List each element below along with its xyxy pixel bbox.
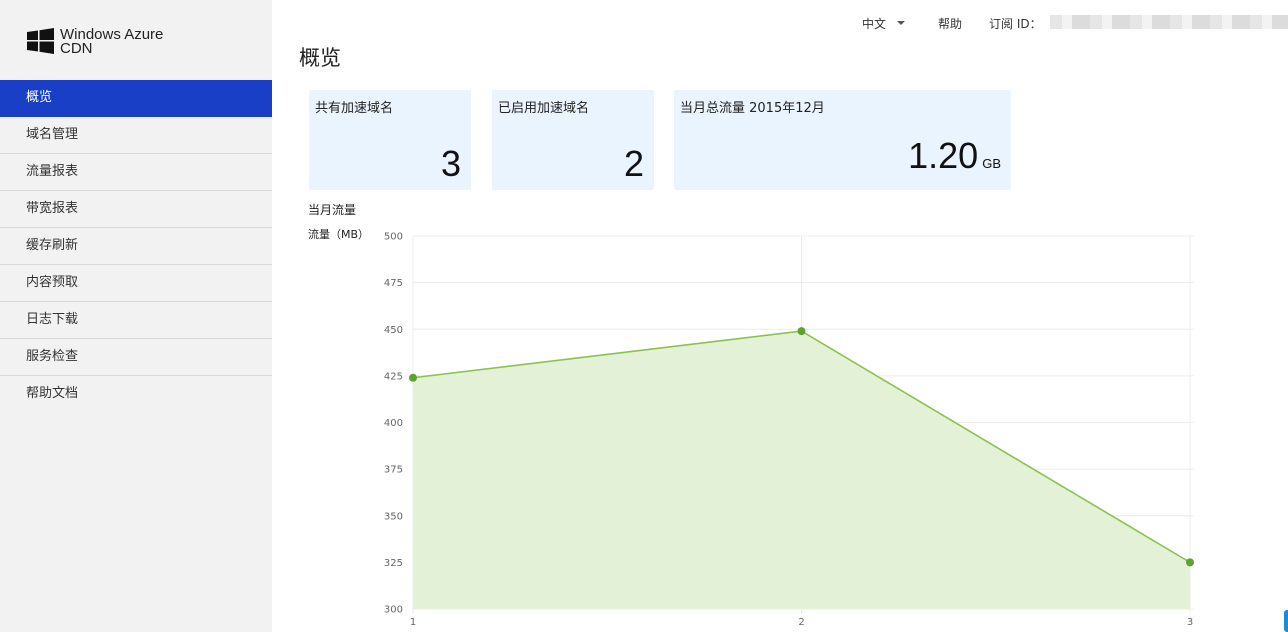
sidebar: Windows Azure CDN 概览 域名管理 流量报表 带宽报表 缓存刷新… bbox=[0, 0, 272, 632]
card-label: 已启用加速域名 bbox=[498, 101, 590, 116]
y-tick-label: 400 bbox=[384, 418, 403, 429]
y-tick-label: 500 bbox=[384, 232, 403, 243]
sidebar-item-help-docs[interactable]: 帮助文档 bbox=[0, 376, 272, 413]
brand-line2: CDN bbox=[60, 40, 93, 57]
card-value-number: 1.20 bbox=[908, 135, 979, 176]
subscription-id-label: 订阅 ID： bbox=[989, 16, 1042, 31]
card-value-unit: GB bbox=[982, 156, 1001, 171]
windows-logo-icon bbox=[27, 28, 54, 54]
card-value: 2 bbox=[623, 143, 644, 184]
language-label: 中文 bbox=[862, 16, 887, 31]
sidebar-item-domain-management[interactable]: 域名管理 bbox=[0, 117, 272, 154]
brand-logo[interactable]: Windows Azure CDN bbox=[27, 27, 163, 57]
language-selector[interactable]: 中文 bbox=[862, 15, 906, 32]
x-tick-label: 3 bbox=[1187, 617, 1193, 628]
top-bar: 中文 帮助 订阅 ID： bbox=[862, 14, 1042, 32]
y-tick-label: 375 bbox=[384, 465, 403, 476]
help-link[interactable]: 帮助 bbox=[938, 15, 962, 32]
chart-area-fill bbox=[413, 331, 1190, 609]
sidebar-nav: 概览 域名管理 流量报表 带宽报表 缓存刷新 内容预取 日志下载 服务检查 帮助… bbox=[0, 80, 272, 413]
y-tick-label: 425 bbox=[384, 371, 403, 382]
card-value: 1.20 GB bbox=[908, 136, 1001, 184]
sidebar-item-overview[interactable]: 概览 bbox=[0, 80, 272, 117]
card-monthly-traffic: 当月总流量 2015年12月 1.20 GB bbox=[674, 90, 1011, 190]
chart-data-point[interactable] bbox=[797, 327, 806, 336]
y-tick-label: 475 bbox=[384, 278, 403, 289]
chart-data-point[interactable] bbox=[409, 373, 417, 382]
x-tick-label: 1 bbox=[410, 617, 416, 628]
x-tick-label: 2 bbox=[798, 617, 804, 628]
y-tick-label: 325 bbox=[384, 558, 403, 569]
sidebar-item-bandwidth-report[interactable]: 带宽报表 bbox=[0, 191, 272, 228]
sidebar-item-log-download[interactable]: 日志下载 bbox=[0, 302, 272, 339]
page-title: 概览 bbox=[299, 46, 341, 70]
chart-y-ticks: 300 325 350 375 400 425 450 475 500 bbox=[384, 232, 403, 616]
y-tick-label: 300 bbox=[384, 605, 403, 616]
chart-x-ticks: 1 2 3 bbox=[410, 617, 1193, 628]
sidebar-item-content-prefetch[interactable]: 内容预取 bbox=[0, 265, 272, 302]
card-label: 共有加速域名 bbox=[315, 101, 394, 116]
y-tick-label: 350 bbox=[384, 511, 403, 522]
scroll-edge-icon[interactable] bbox=[1284, 610, 1288, 632]
traffic-chart: 流量（MB） 300 325 350 375 400 425 450 475 500 1 2 3 bbox=[308, 227, 1194, 628]
sidebar-item-service-check[interactable]: 服务检查 bbox=[0, 339, 272, 376]
subscription-id-redacted bbox=[1050, 15, 1288, 29]
sidebar-item-cache-refresh[interactable]: 缓存刷新 bbox=[0, 228, 272, 265]
chart-title: 当月流量 bbox=[308, 203, 357, 217]
card-value: 3 bbox=[440, 143, 461, 184]
card-label: 当月总流量 2015年12月 bbox=[680, 101, 825, 116]
chart-y-axis-label: 流量（MB） bbox=[308, 227, 369, 241]
brand-name: Windows Azure CDN bbox=[60, 27, 163, 57]
sidebar-item-traffic-report[interactable]: 流量报表 bbox=[0, 154, 272, 191]
card-total-domains: 共有加速域名 3 bbox=[309, 90, 471, 190]
chevron-down-icon bbox=[897, 21, 906, 25]
chart-data-point[interactable] bbox=[1186, 558, 1194, 567]
card-enabled-domains: 已启用加速域名 2 bbox=[492, 90, 654, 190]
y-tick-label: 450 bbox=[384, 325, 403, 336]
